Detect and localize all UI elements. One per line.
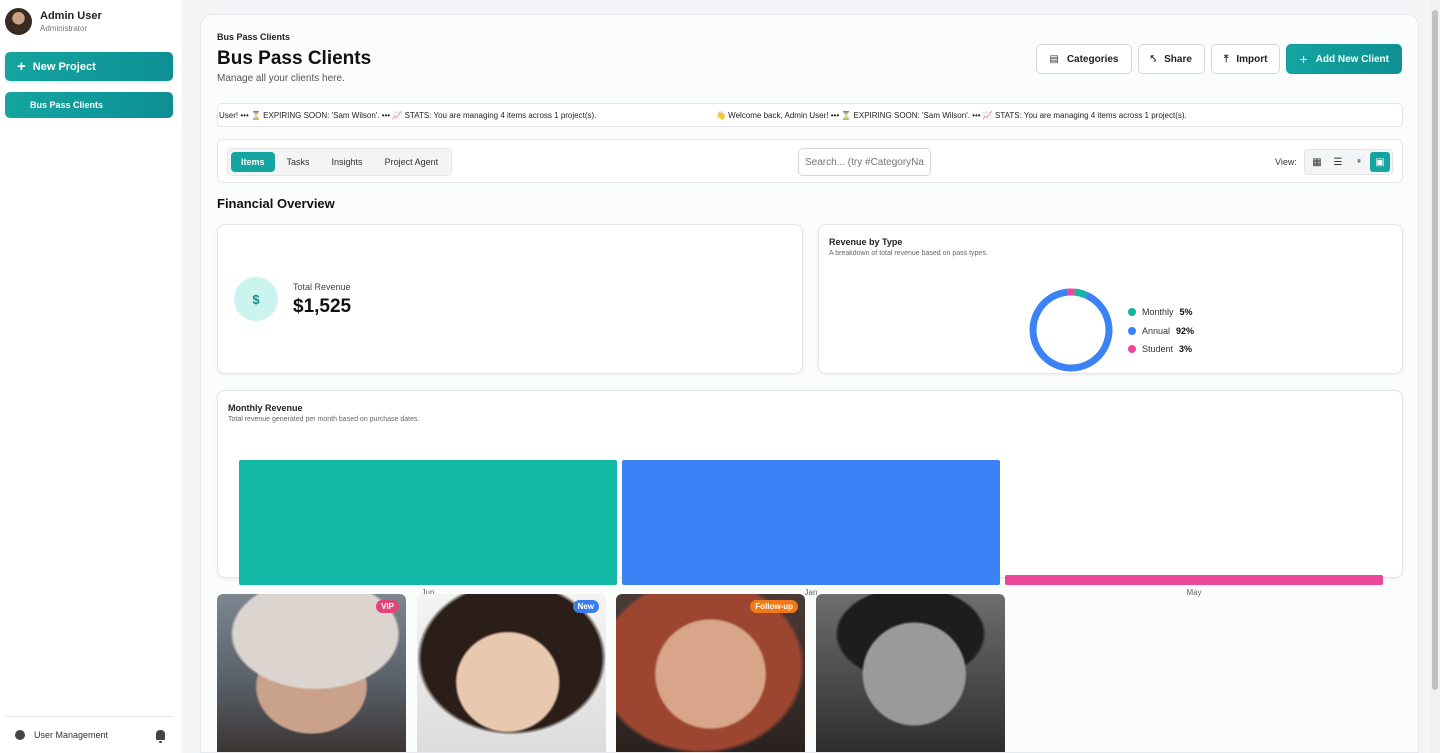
main-panel: Bus Pass Clients Bus Pass Clients Manage… bbox=[200, 14, 1419, 753]
sidebar-item-bus-pass-clients[interactable]: Bus Pass Clients bbox=[5, 92, 173, 118]
sidebar-footer: User Management bbox=[5, 716, 173, 753]
user-management-label: User Management bbox=[34, 730, 109, 740]
controls-bar: Items Tasks Insights Project Agent View:… bbox=[217, 139, 1403, 183]
new-project-label: New Project bbox=[32, 60, 96, 73]
legend-item-monthly: Monthly 5% bbox=[1128, 303, 1194, 322]
status-badge: VIP bbox=[376, 600, 399, 613]
view-label: View: bbox=[1275, 157, 1297, 167]
list-view-icon[interactable]: ☰ bbox=[1328, 152, 1348, 172]
legend-dot bbox=[1128, 326, 1136, 335]
header-toolbar: ▤ Categories ⤣ Share ⤒ Import + Add New … bbox=[1036, 44, 1402, 74]
plus-icon: + bbox=[17, 58, 26, 75]
tab-tasks[interactable]: Tasks bbox=[277, 152, 320, 172]
legend-dot bbox=[1128, 308, 1136, 317]
bar-may[interactable] bbox=[1005, 575, 1383, 585]
tab-insights[interactable]: Insights bbox=[322, 152, 373, 172]
upload-icon: ⤒ bbox=[1223, 53, 1229, 65]
tab-items[interactable]: Items bbox=[231, 152, 275, 172]
sidebar-item-label: Bus Pass Clients bbox=[30, 100, 104, 110]
client-card[interactable]: New bbox=[417, 594, 606, 752]
add-new-client-button[interactable]: + Add New Client bbox=[1286, 44, 1402, 74]
revenue-by-type-card: Revenue by Type A breakdown of total rev… bbox=[818, 224, 1403, 374]
monthly-revenue-card: Monthly Revenue Total revenue generated … bbox=[217, 390, 1403, 597]
revenue-donut-chart bbox=[1029, 288, 1113, 372]
legend-item-annual: Annual 92% bbox=[1128, 322, 1194, 341]
user-role: Administrator bbox=[40, 23, 88, 33]
dollar-icon: $ bbox=[234, 277, 278, 321]
tab-project-agent[interactable]: Project Agent bbox=[375, 152, 449, 172]
page-subtitle: Manage all your clients here. bbox=[217, 73, 345, 84]
view-mode-group: ▦ ☰ ⏒ ▣ bbox=[1304, 149, 1393, 175]
grid-view-icon[interactable]: ▦ bbox=[1307, 152, 1327, 172]
new-project-button[interactable]: + New Project bbox=[5, 52, 173, 81]
categories-button[interactable]: ▤ Categories bbox=[1036, 44, 1132, 74]
revenue-by-type-description: A breakdown of total revenue based on pa… bbox=[829, 250, 988, 257]
status-badge: Follow-up bbox=[750, 600, 798, 613]
share-icon: ⤣ bbox=[1150, 53, 1157, 65]
legend-dot bbox=[1128, 345, 1136, 354]
user-circle-icon bbox=[15, 730, 25, 740]
compact-view-icon[interactable]: ⏒ bbox=[1349, 152, 1369, 172]
categories-icon: ▤ bbox=[1049, 53, 1059, 65]
monthly-revenue-bar-chart: Jun Jan May bbox=[239, 460, 1383, 597]
page-title: Bus Pass Clients bbox=[217, 48, 372, 69]
page-scrollbar[interactable] bbox=[1430, 0, 1440, 753]
revenue-by-type-title: Revenue by Type bbox=[829, 237, 903, 247]
gallery-view-icon[interactable]: ▣ bbox=[1370, 152, 1390, 172]
donut-legend: Monthly 5% Annual 92% Student 3% bbox=[1128, 303, 1194, 359]
donut-slice-monthly[interactable] bbox=[1074, 288, 1088, 299]
user-name: Admin User bbox=[40, 9, 102, 22]
client-card[interactable]: VIP bbox=[217, 594, 406, 752]
client-card[interactable]: Follow-up bbox=[616, 594, 805, 752]
search-input[interactable] bbox=[798, 148, 931, 176]
financial-overview-title: Financial Overview bbox=[217, 196, 335, 211]
bar-jun[interactable] bbox=[239, 460, 617, 585]
user-profile[interactable]: Admin User Administrator bbox=[5, 8, 102, 35]
breadcrumb: Bus Pass Clients bbox=[217, 32, 291, 42]
donut-slice-annual[interactable] bbox=[1029, 288, 1113, 372]
bar-jan[interactable] bbox=[622, 460, 1000, 585]
legend-item-student: Student 3% bbox=[1128, 340, 1194, 359]
client-card[interactable] bbox=[816, 594, 1005, 752]
bell-icon[interactable] bbox=[156, 730, 165, 743]
avatar bbox=[5, 8, 32, 35]
ticker-text: User! ••• ⏳ EXPIRING SOON: 'Sam Wilson'.… bbox=[219, 111, 597, 120]
view-tabs: Items Tasks Insights Project Agent bbox=[227, 148, 453, 176]
status-badge: New bbox=[572, 600, 599, 613]
total-revenue-card: $ Total Revenue $1,525 bbox=[217, 224, 803, 374]
announcement-ticker: User! ••• ⏳ EXPIRING SOON: 'Sam Wilson'.… bbox=[217, 103, 1403, 127]
x-tick-label: Jan bbox=[805, 588, 818, 597]
total-revenue-value: $1,525 bbox=[293, 296, 352, 317]
plus-icon: + bbox=[1299, 51, 1308, 67]
ticker-text: 👋 Welcome back, Admin User! ••• ⏳ EXPIRI… bbox=[716, 111, 1187, 120]
share-button[interactable]: ⤣ Share bbox=[1137, 44, 1205, 74]
import-button[interactable]: ⤒ Import bbox=[1210, 44, 1281, 74]
x-tick-label: May bbox=[1186, 588, 1201, 597]
total-revenue-label: Total Revenue bbox=[293, 282, 351, 292]
scrollbar-thumb[interactable] bbox=[1432, 10, 1438, 690]
user-management-link[interactable]: User Management bbox=[15, 730, 108, 740]
sidebar: Admin User Administrator + New Project B… bbox=[0, 0, 183, 753]
